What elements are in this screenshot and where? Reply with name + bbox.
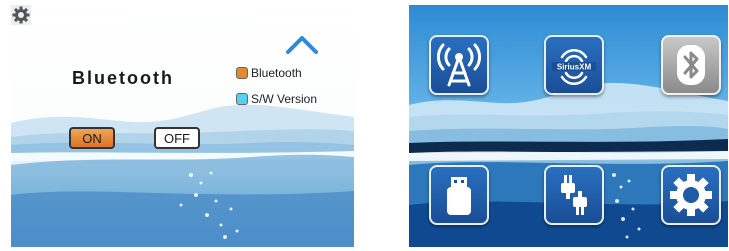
bluetooth-tile[interactable] [661,35,721,95]
legend-item-sw-version: S/W Version [236,92,317,106]
settings-tile[interactable] [661,165,721,225]
on-button[interactable]: ON [69,127,115,149]
page-title: Bluetooth [72,68,174,88]
usb-icon [447,177,471,215]
gear-icon [670,174,712,216]
legend-label: Bluetooth [251,66,302,80]
bluetooth-settings-screen: Bluetooth Bluetooth S/W Version ON OFF [11,5,354,247]
page: Bluetooth Bluetooth S/W Version ON OFF S… [0,0,729,251]
legend-label: S/W Version [251,92,318,106]
siriusxm-icon: SiriusXM [552,48,596,86]
main-menu-screen: SiriusXM [409,5,728,247]
legend-swatch-cyan [236,93,248,105]
bluetooth-icon [677,45,705,85]
aux-tile[interactable] [544,165,604,225]
usb-tile[interactable] [429,165,489,225]
chevron-up-icon[interactable] [282,32,322,56]
aux-plug-icon [561,175,587,215]
legend-swatch-orange [236,67,248,79]
radio-tile[interactable] [429,35,489,95]
siriusxm-logo-text: SiriusXM [557,63,592,72]
off-button[interactable]: OFF [154,127,200,149]
radio-tower-icon [436,43,482,87]
legend-item-bluetooth: Bluetooth [236,66,302,80]
siriusxm-tile[interactable]: SiriusXM [544,35,604,95]
gear-icon[interactable] [11,5,31,25]
